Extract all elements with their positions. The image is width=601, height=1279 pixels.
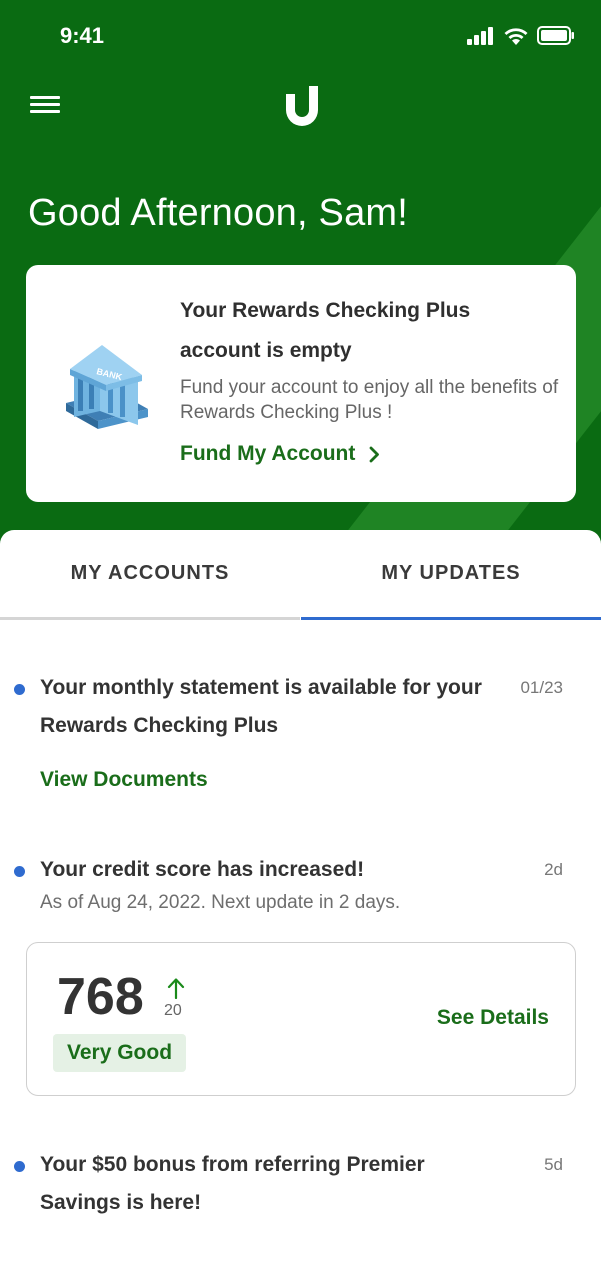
- header-hero: 9:41 Good Afternoon, Sam! BANK Your Rewa…: [0, 0, 601, 560]
- chevron-right-icon: [369, 446, 380, 462]
- update-date: 01/23: [520, 678, 563, 697]
- credit-rating-badge: Very Good: [53, 1034, 187, 1072]
- see-details-link[interactable]: See Details: [437, 1006, 549, 1030]
- unread-dot: [14, 866, 25, 877]
- update-date: 5d: [544, 1155, 563, 1174]
- brand-logo-icon[interactable]: [286, 86, 318, 126]
- menu-icon[interactable]: [30, 92, 62, 118]
- fund-card-title: Your Rewards Checking Plus account is em…: [180, 299, 471, 362]
- update-subtitle: As of Aug 24, 2022. Next update in 2 day…: [40, 892, 401, 913]
- fund-my-account-link[interactable]: Fund My Account: [180, 442, 380, 466]
- credit-score-change: 20: [164, 1002, 182, 1019]
- wifi-icon: [504, 28, 528, 45]
- view-documents-link[interactable]: View Documents: [40, 768, 208, 792]
- status-time: 9:41: [60, 23, 105, 48]
- tab-my-updates[interactable]: MY UPDATES: [301, 530, 601, 620]
- tab-my-accounts[interactable]: MY ACCOUNTS: [0, 530, 300, 620]
- fund-my-account-label: Fund My Account: [180, 442, 356, 465]
- battery-icon: [537, 26, 574, 45]
- credit-score-card[interactable]: 768 20 Very Good See Details: [26, 942, 576, 1096]
- greeting-title: Good Afternoon, Sam!: [28, 192, 409, 234]
- update-date: 2d: [544, 860, 563, 879]
- unread-dot: [14, 1161, 25, 1172]
- update-title: Your $50 bonus from referring Premier Sa…: [40, 1153, 425, 1214]
- update-title: Your monthly statement is available for …: [40, 676, 482, 737]
- credit-score-value: 768: [57, 968, 144, 1026]
- status-bar: 9:41: [0, 0, 601, 70]
- arrow-up-icon: [167, 978, 185, 999]
- fund-account-card: BANK Your Rewards Checking Plus account …: [26, 265, 576, 502]
- bank-icon: BANK: [66, 345, 148, 429]
- unread-dot: [14, 684, 25, 695]
- update-title: Your credit score has increased!: [40, 858, 365, 881]
- signal-icon: [467, 26, 493, 45]
- status-icons: [467, 26, 575, 45]
- fund-card-description: Fund your account to enjoy all the benef…: [180, 377, 559, 423]
